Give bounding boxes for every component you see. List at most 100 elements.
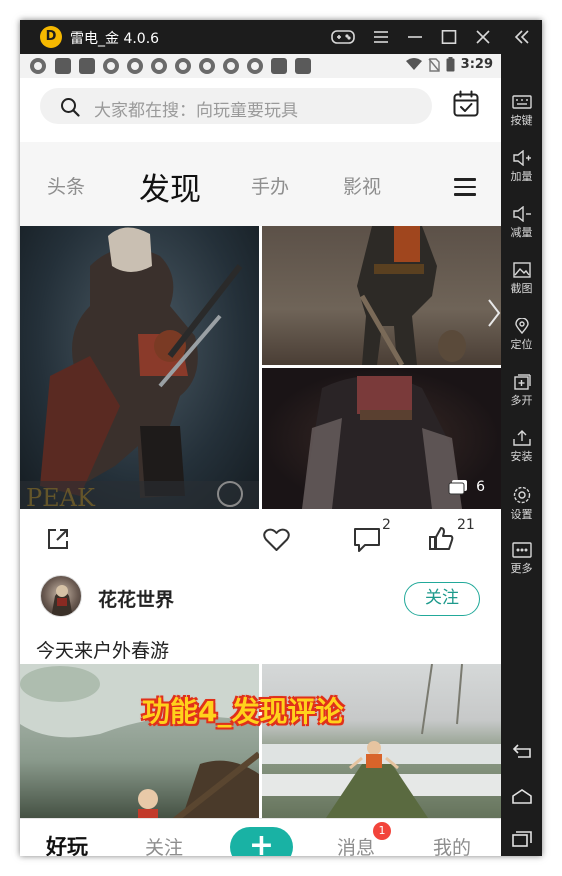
emulator-sidebar: 按键 加量 减量 截图 定位 多开 安装 设置 更多 — [501, 54, 542, 856]
gallery-icon — [448, 480, 468, 495]
sidebar-item-label: 按键 — [510, 114, 533, 127]
calendar-checkin-icon[interactable] — [452, 90, 480, 118]
post-image-top-right[interactable] — [262, 226, 501, 365]
close-icon[interactable] — [470, 25, 496, 49]
ldplayer-logo-icon: D — [40, 26, 62, 48]
favorite-heart-icon[interactable] — [263, 528, 290, 552]
notification-icon — [295, 58, 311, 74]
menu-icon[interactable] — [368, 25, 394, 49]
emulator-window: D 雷电_金 4.0.6 3:29 大家都在搜：向玩童要玩具 头条 发现 手办 … — [20, 20, 542, 856]
screenshot-icon — [512, 262, 531, 278]
notification-icon — [127, 58, 143, 74]
like-thumb-icon[interactable] — [428, 526, 454, 552]
notification-icon — [271, 58, 287, 74]
android-home-button[interactable] — [501, 781, 542, 811]
nav-me[interactable]: 我的 — [433, 833, 471, 856]
multi-instance-icon — [513, 374, 531, 390]
post-actions: 2 21 — [20, 509, 501, 565]
notification-icon — [247, 58, 263, 74]
sidebar-item-label: 设置 — [510, 508, 533, 521]
message-badge: 1 — [373, 822, 391, 840]
post-author-row: 花花世界 关注 — [20, 565, 501, 617]
post2-image-left[interactable] — [20, 664, 259, 824]
sidebar-item-label: 定位 — [510, 338, 533, 351]
nav-messages[interactable]: 消息 — [337, 833, 375, 856]
collapse-sidebar-icon[interactable] — [509, 25, 535, 49]
app-screen: 大家都在搜：向玩童要玩具 头条 发现 手办 影视 PEAK 6 2 21 花花世… — [20, 78, 501, 856]
search-placeholder: 大家都在搜：向玩童要玩具 — [94, 101, 298, 121]
post2-image-right[interactable] — [262, 664, 501, 824]
tab-figures[interactable]: 手办 — [251, 172, 289, 199]
sidebar-item-label: 减量 — [510, 226, 533, 239]
sidebar-item-label: 更多 — [510, 562, 533, 575]
tab-discover[interactable]: 发现 — [139, 164, 201, 209]
comment-count: 2 — [382, 517, 391, 533]
share-icon[interactable] — [46, 527, 70, 551]
author-name[interactable]: 花花世界 — [98, 585, 174, 612]
post-image-large[interactable]: PEAK — [20, 226, 259, 509]
location-icon — [514, 318, 529, 334]
notification-icon — [79, 58, 95, 74]
sidebar-item-label: 加量 — [510, 170, 533, 183]
android-status-bar: 3:29 — [20, 54, 501, 78]
status-time: 3:29 — [460, 57, 493, 72]
volume-down-icon — [512, 206, 531, 222]
sidebar-item-screenshot[interactable]: 截图 — [501, 258, 542, 310]
gamepad-icon[interactable] — [330, 25, 356, 49]
notification-icon — [55, 58, 71, 74]
minimize-icon[interactable] — [402, 25, 428, 49]
android-back-button[interactable] — [501, 736, 542, 766]
sidebar-item-settings[interactable]: 设置 — [501, 482, 542, 534]
category-menu-icon[interactable] — [454, 178, 476, 196]
keyboard-icon — [511, 95, 532, 109]
sidebar-item-location[interactable]: 定位 — [501, 314, 542, 366]
post-caption[interactable]: 今天来户外春游 — [36, 636, 169, 663]
like-count: 21 — [457, 517, 475, 533]
sidebar-item-volume-down[interactable]: 减量 — [501, 202, 542, 254]
sidebar-item-keymap[interactable]: 按键 — [501, 90, 542, 142]
notification-icon — [175, 58, 191, 74]
battery-icon — [446, 57, 455, 72]
photo-count-text: 6 — [476, 479, 485, 495]
sidebar-item-label: 安装 — [510, 450, 533, 463]
notification-icon — [199, 58, 215, 74]
sidebar-item-label: 截图 — [510, 282, 533, 295]
sidebar-item-volume-up[interactable]: 加量 — [501, 146, 542, 198]
avatar[interactable] — [40, 575, 82, 617]
android-recents-button[interactable] — [501, 824, 542, 854]
next-image-arrow-icon[interactable] — [487, 298, 501, 328]
recents-icon — [511, 831, 532, 847]
maximize-icon[interactable] — [436, 25, 462, 49]
notification-icon — [103, 58, 119, 74]
sidebar-item-install[interactable]: 安装 — [501, 426, 542, 478]
nav-fun[interactable]: 好玩 — [46, 831, 88, 856]
photo-count: 6 — [448, 479, 485, 495]
back-icon — [512, 744, 531, 758]
emulator-titlebar: D 雷电_金 4.0.6 — [20, 20, 542, 54]
tab-headlines[interactable]: 头条 — [47, 172, 85, 199]
install-icon — [512, 430, 531, 446]
svg-text:PEAK: PEAK — [26, 484, 96, 509]
top-tabs: 头条 发现 手办 影视 — [20, 142, 501, 226]
sidebar-item-label: 多开 — [510, 394, 533, 407]
settings-icon — [513, 486, 530, 504]
notification-icon — [151, 58, 167, 74]
sidebar-item-multi-instance[interactable]: 多开 — [501, 370, 542, 422]
home-icon — [511, 789, 532, 804]
post-image-bottom-right[interactable]: 6 — [262, 368, 501, 509]
no-sim-icon — [428, 57, 440, 72]
follow-button[interactable]: 关注 — [404, 582, 480, 616]
notification-icon — [30, 58, 46, 74]
wifi-icon — [405, 58, 422, 70]
volume-up-icon — [512, 150, 531, 166]
search-bar[interactable]: 大家都在搜：向玩童要玩具 — [40, 88, 432, 124]
feature-overlay-title: 功能4_发现评论 — [142, 695, 344, 728]
nav-following[interactable]: 关注 — [145, 833, 183, 856]
search-icon — [61, 98, 80, 117]
create-post-button[interactable]: + — [230, 827, 293, 856]
window-title: 雷电_金 4.0.6 — [70, 31, 160, 47]
comment-icon[interactable] — [353, 527, 381, 553]
sidebar-item-more[interactable]: 更多 — [501, 538, 542, 590]
more-icon — [511, 542, 532, 558]
tab-movies[interactable]: 影视 — [343, 172, 381, 199]
